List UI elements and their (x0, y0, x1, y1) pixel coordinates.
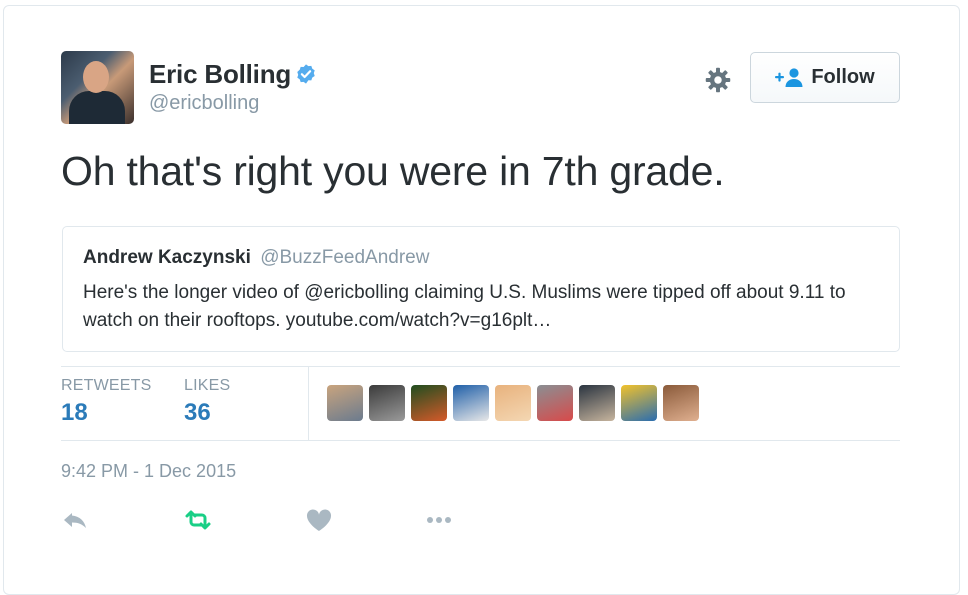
author-avatar[interactable] (61, 51, 134, 124)
retweets-count: 18 (61, 399, 88, 426)
liker-avatar[interactable] (537, 385, 573, 421)
quoted-tweet-text: Here's the longer video of @ericbolling … (83, 282, 846, 331)
follow-button[interactable]: Follow (750, 52, 900, 103)
likes-stat[interactable]: LIKES 36 (184, 377, 230, 427)
quoted-tweet[interactable]: Andrew Kaczynski @BuzzFeedAndrew Here's … (62, 226, 900, 352)
stats-divider (308, 367, 309, 440)
likes-count: 36 (184, 399, 211, 426)
liker-avatar[interactable] (663, 385, 699, 421)
retweets-stat[interactable]: RETWEETS 18 (61, 377, 152, 427)
tweet-text: Oh that's right you were in 7th grade. (61, 148, 725, 194)
verified-badge-icon (297, 64, 315, 84)
quoted-author-handle: @BuzzFeedAndrew (260, 247, 430, 268)
liker-avatar[interactable] (621, 385, 657, 421)
author-display-name[interactable]: Eric Bolling (149, 59, 317, 90)
follow-user-icon (775, 67, 803, 87)
like-heart-icon[interactable] (304, 505, 334, 535)
reply-icon[interactable] (61, 505, 91, 535)
liker-avatar[interactable] (327, 385, 363, 421)
author-name-text[interactable]: Eric Bolling (149, 59, 291, 89)
tweet-stats: RETWEETS 18 LIKES 36 (61, 366, 900, 441)
liker-avatar[interactable] (495, 385, 531, 421)
tweet-timestamp[interactable]: 9:42 PM - 1 Dec 2015 (61, 461, 236, 482)
more-dots-icon[interactable] (424, 505, 454, 535)
liker-avatar[interactable] (369, 385, 405, 421)
liker-avatar[interactable] (411, 385, 447, 421)
quoted-author-name: Andrew Kaczynski (83, 247, 251, 268)
follow-button-label: Follow (811, 66, 875, 88)
quoted-tweet-header: Andrew Kaczynski @BuzzFeedAndrew (83, 247, 879, 269)
likes-label: LIKES (184, 377, 231, 394)
retweet-icon[interactable] (183, 505, 213, 535)
author-handle[interactable]: @ericbolling (149, 92, 259, 115)
gear-icon[interactable] (704, 66, 732, 94)
avatar-face (83, 61, 109, 93)
avatar-suit (69, 91, 125, 124)
liker-avatar[interactable] (453, 385, 489, 421)
liker-avatar[interactable] (579, 385, 615, 421)
liker-avatars (327, 385, 699, 421)
retweets-label: RETWEETS (61, 377, 152, 394)
